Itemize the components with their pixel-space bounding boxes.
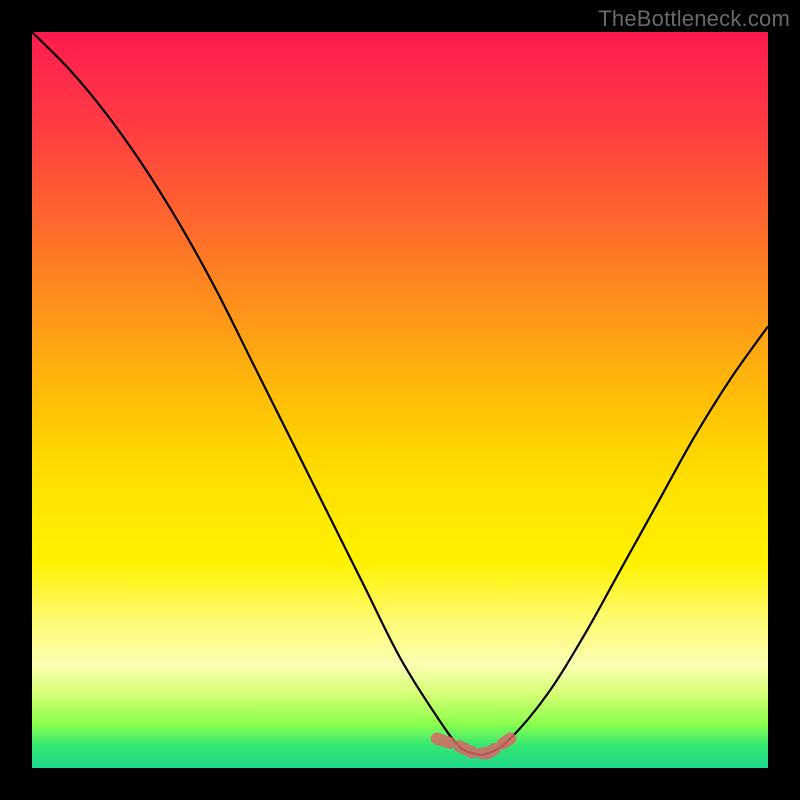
watermark-text: TheBottleneck.com <box>598 6 790 32</box>
bottom-highlight <box>437 739 511 754</box>
bottleneck-curve <box>32 32 768 755</box>
chart-frame: TheBottleneck.com <box>0 0 800 800</box>
curve-svg <box>32 32 768 768</box>
plot-area <box>32 32 768 768</box>
